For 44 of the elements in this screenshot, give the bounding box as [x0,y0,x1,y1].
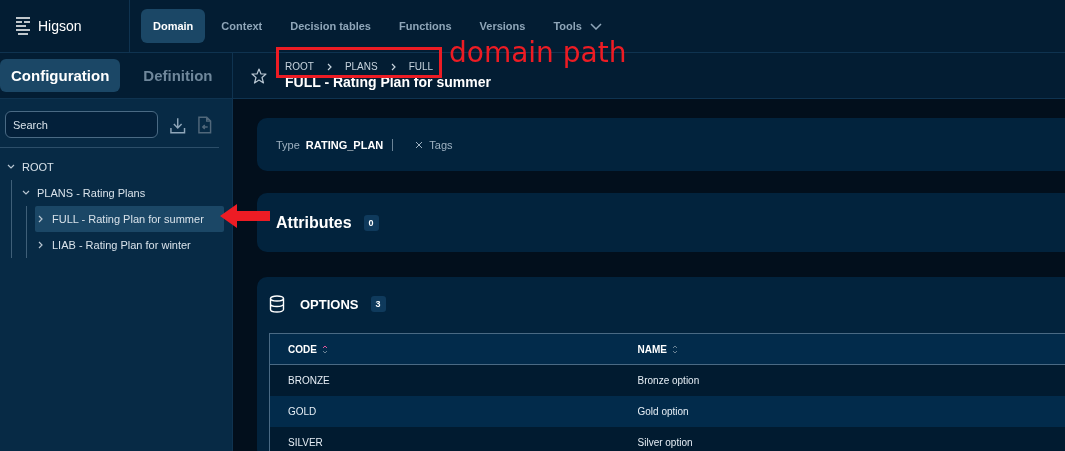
search-field[interactable]: Search [5,111,158,138]
tree-item[interactable]: LIAB - Rating Plan for winter [35,232,232,258]
table-cell: Bronze option [637,375,700,386]
table-cell: GOLD [288,406,317,417]
star-icon[interactable] [251,67,267,84]
tags-field[interactable]: Tags [415,138,453,151]
breadcrumb-link[interactable]: PLANS [344,61,378,72]
arrow-icon [220,204,270,228]
table-cell: BRONZE [288,375,330,386]
nav-tab[interactable]: Decision tables [278,9,383,43]
breadcrumb-link[interactable]: FULL [408,61,434,72]
chevron-right-icon [37,241,45,249]
nav-tab[interactable]: Domain [141,9,206,43]
type-value: RATING_PLAN [305,138,394,151]
column-header[interactable]: NAME [637,343,678,355]
count-badge: 3 [370,296,386,312]
app-name: Higson [38,18,82,34]
chevron-right-icon [326,62,332,71]
tree-item[interactable]: FULL - Rating Plan for summer [35,206,224,232]
database-icon [269,295,285,313]
count-badge: 0 [363,214,379,231]
section-title: Attributes [276,213,352,232]
chevron-right-icon [390,62,396,71]
sidebar-tab[interactable]: Configuration [0,59,121,92]
chevron-right-icon [37,215,45,223]
table-cell: Gold option [637,406,689,417]
sidebar-tab[interactable]: Definition [132,59,224,92]
chevron-down-icon [589,22,602,30]
tree-item[interactable]: ROOT [5,154,232,180]
tree-item[interactable]: PLANS - Rating Plans [20,180,232,206]
chevron-down-icon [22,189,30,197]
logo-icon [15,16,31,36]
section-title: OPTIONS [300,296,359,312]
table-cell: Silver option [637,437,693,448]
download-icon[interactable] [169,115,187,134]
annotation-label: domain path [449,36,627,69]
close-icon [415,140,424,149]
nav-tab[interactable]: Context [209,9,275,43]
file-import-icon[interactable] [197,115,213,134]
chevron-down-icon [7,163,15,171]
breadcrumb-link[interactable]: ROOT [285,61,314,72]
column-header[interactable]: CODE [288,343,328,355]
type-label: Type [276,138,300,151]
table-cell: SILVER [288,437,323,448]
